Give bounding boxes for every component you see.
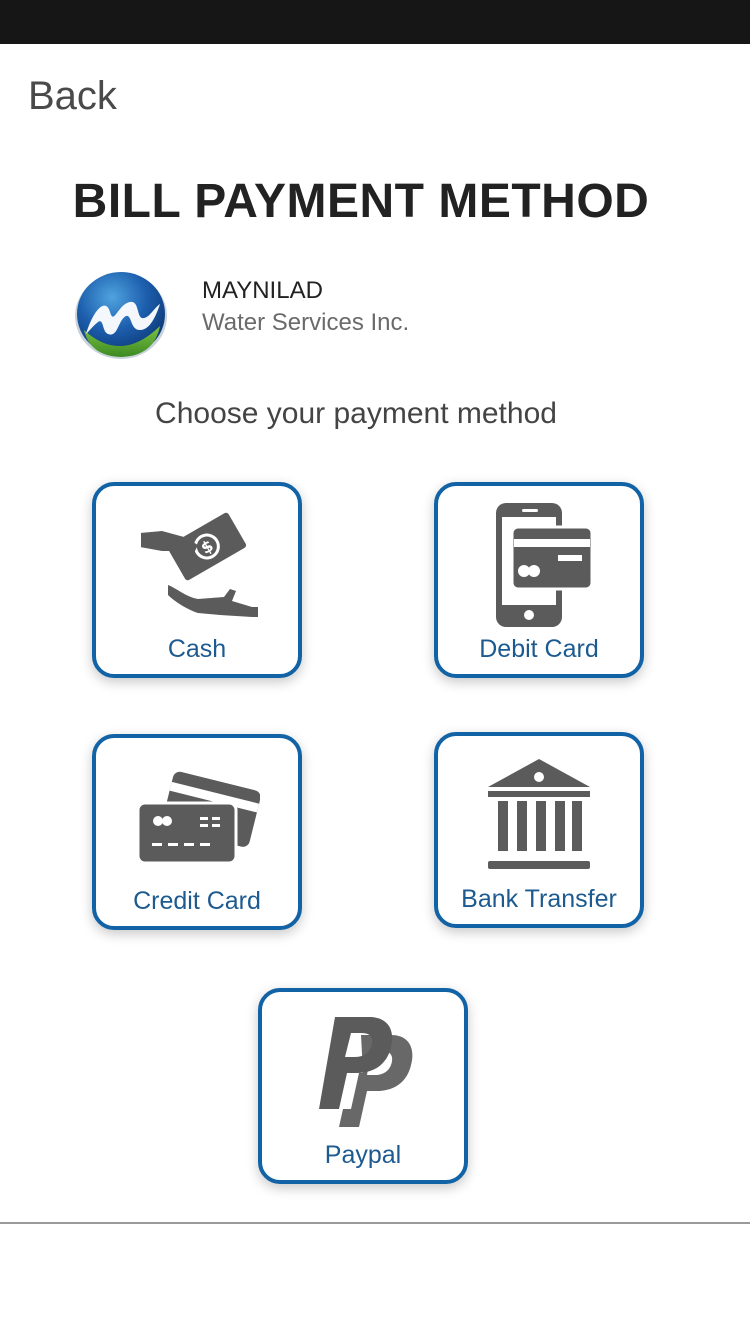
back-button[interactable]: Back xyxy=(28,72,117,120)
cash-hand-icon: $ xyxy=(96,500,298,630)
bank-transfer-method-button[interactable]: Bank Transfer xyxy=(434,732,644,928)
cash-method-button[interactable]: $ Cash xyxy=(92,482,302,678)
credit-card-label: Credit Card xyxy=(133,887,261,915)
bottom-divider xyxy=(0,1222,750,1224)
bank-transfer-label: Bank Transfer xyxy=(461,885,617,913)
debit-card-label: Debit Card xyxy=(479,635,599,663)
credit-card-method-button[interactable]: Credit Card xyxy=(92,734,302,930)
paypal-label: Paypal xyxy=(324,1141,402,1169)
instruction-text: Choose your payment method xyxy=(155,397,557,430)
biller-subtitle: Water Services Inc. xyxy=(202,309,410,336)
status-bar xyxy=(0,0,750,44)
biller-name: MAYNILAD xyxy=(202,277,323,304)
paypal-method-button[interactable]: Paypal xyxy=(258,988,468,1184)
debit-card-method-button[interactable]: Debit Card xyxy=(434,482,644,678)
biller-info: MAYNILAD Water Services Inc. xyxy=(74,268,674,362)
page-title: BILL PAYMENT METHOD xyxy=(72,175,650,228)
paypal-icon xyxy=(262,1006,464,1136)
mobile-card-icon xyxy=(438,500,640,630)
cash-label: Cash xyxy=(167,635,227,663)
bank-icon xyxy=(438,750,640,880)
credit-cards-icon xyxy=(96,752,298,882)
maynilad-logo xyxy=(74,268,168,360)
